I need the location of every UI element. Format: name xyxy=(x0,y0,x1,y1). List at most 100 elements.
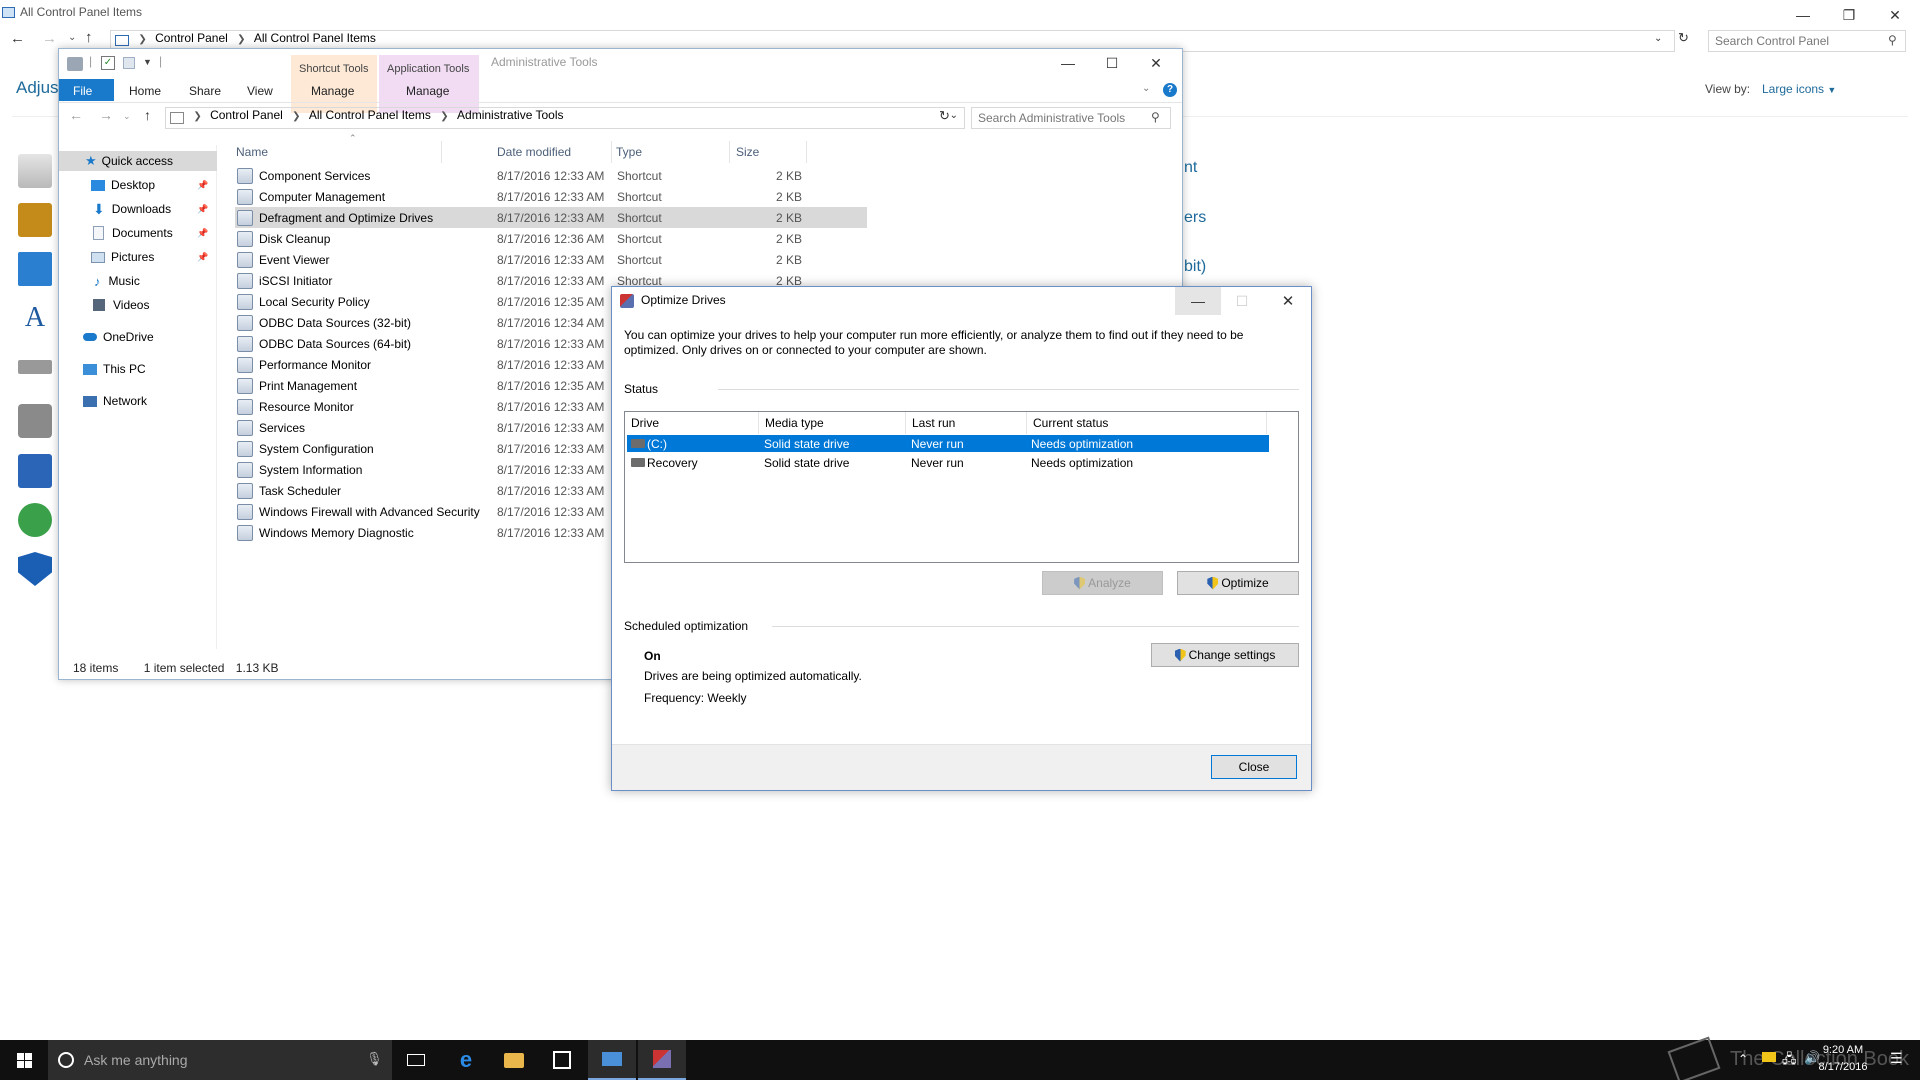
cp-item-partial[interactable]: nt xyxy=(1184,159,1197,177)
fonts-icon[interactable]: A xyxy=(18,302,52,336)
file-row[interactable]: Component Services 8/17/2016 12:33 AM Shor… xyxy=(235,165,867,186)
cp-recent-icon[interactable]: ⌄ xyxy=(68,32,76,43)
column-header-name[interactable]: Name xyxy=(232,141,442,163)
backup-icon[interactable] xyxy=(18,203,52,237)
nav-desktop[interactable]: Desktop 📌 xyxy=(91,175,217,195)
cp-item-partial[interactable]: bit) xyxy=(1184,258,1206,276)
edge-icon[interactable]: e xyxy=(442,1040,490,1080)
search-icon[interactable]: ⚲ xyxy=(1151,110,1160,124)
breadcrumb-item[interactable]: All Control Panel Items xyxy=(309,108,431,122)
network-tray-icon[interactable]: 🖧 xyxy=(1782,1050,1797,1072)
explorer-minimize-button[interactable]: — xyxy=(1045,49,1091,77)
column-header-type[interactable]: Type xyxy=(612,141,730,163)
column-header-date[interactable]: Date modified xyxy=(493,141,612,163)
drive-row[interactable]: (C:) Solid state drive Never run Needs opti… xyxy=(627,435,1269,452)
control-panel-taskbar-button[interactable] xyxy=(588,1040,636,1080)
notification-app-icon[interactable] xyxy=(1762,1052,1776,1062)
sync-center-icon[interactable] xyxy=(18,503,52,537)
properties-icon[interactable]: ✓ xyxy=(101,56,115,70)
close-button[interactable]: Close xyxy=(1211,755,1297,779)
dialog-maximize-button[interactable]: ☐ xyxy=(1219,287,1265,315)
tab-share[interactable]: Share xyxy=(189,84,221,98)
nav-documents[interactable]: Documents 📌 xyxy=(91,223,217,243)
file-row[interactable]: Event Viewer 8/17/2016 12:33 AM Shortcut 2 … xyxy=(235,249,867,270)
cp-breadcrumb-item[interactable]: Control Panel xyxy=(155,31,228,45)
windows-defender-icon[interactable] xyxy=(18,552,52,586)
column-header-last-run[interactable]: Last run xyxy=(906,412,1027,434)
tab-home[interactable]: Home xyxy=(129,84,161,98)
file-row[interactable]: Computer Management 8/17/2016 12:33 AM Sho… xyxy=(235,186,867,207)
chevron-down-icon[interactable]: ⌄ xyxy=(950,110,958,121)
view-by-dropdown[interactable]: Large icons ▼ xyxy=(1762,82,1836,96)
task-view-button[interactable] xyxy=(392,1040,440,1080)
new-folder-icon[interactable] xyxy=(123,57,135,69)
explorer-search-input[interactable]: Search Administrative Tools xyxy=(971,107,1171,129)
dialog-close-button[interactable]: ✕ xyxy=(1265,287,1311,315)
ribbon-expand-icon[interactable]: ⌄ xyxy=(1142,83,1150,94)
nav-this-pc[interactable]: This PC xyxy=(83,359,146,379)
change-settings-button[interactable]: Change settings xyxy=(1151,643,1299,667)
nav-onedrive[interactable]: OneDrive xyxy=(83,327,154,347)
up-icon[interactable]: ↑ xyxy=(144,107,151,123)
microphone-icon[interactable]: 🎙 xyxy=(366,1051,383,1067)
start-button[interactable] xyxy=(0,1040,48,1080)
column-header-media-type[interactable]: Media type xyxy=(759,412,906,434)
column-header-drive[interactable]: Drive xyxy=(625,412,759,434)
forward-icon[interactable]: → xyxy=(99,107,113,123)
nav-pictures[interactable]: Pictures 📌 xyxy=(91,247,217,267)
pin-icon[interactable]: 📌 xyxy=(197,204,208,215)
recent-locations-icon[interactable]: ⌄ xyxy=(123,111,131,122)
cp-forward-icon[interactable]: → xyxy=(42,30,57,47)
tab-manage-application[interactable]: Manage xyxy=(406,84,449,98)
analyze-button[interactable]: Analyze xyxy=(1042,571,1163,595)
clock-time[interactable]: 9:20 AM xyxy=(1808,1044,1878,1056)
file-row[interactable]: Defragment and Optimize Drives 8/17/2016 … xyxy=(235,207,867,228)
cp-breadcrumb-item[interactable]: All Control Panel Items xyxy=(254,31,376,45)
back-icon[interactable]: ← xyxy=(69,107,83,123)
file-row[interactable]: Disk Cleanup 8/17/2016 12:36 AM Shortcut 2 … xyxy=(235,228,867,249)
action-center-icon[interactable]: ☰ xyxy=(1890,1050,1903,1067)
search-icon[interactable]: ⚲ xyxy=(1888,33,1897,47)
nav-quick-access[interactable]: ★ Quick access xyxy=(59,151,217,171)
pin-icon[interactable]: 📌 xyxy=(197,252,208,263)
nav-music[interactable]: ♪ Music xyxy=(91,271,140,291)
dialog-minimize-button[interactable]: — xyxy=(1175,287,1221,315)
tab-view[interactable]: View xyxy=(247,84,273,98)
cp-back-icon[interactable]: ← xyxy=(10,30,25,47)
qat-customize-icon[interactable]: ▼ xyxy=(143,57,152,67)
pin-icon[interactable]: 📌 xyxy=(197,228,208,239)
nav-downloads[interactable]: ⬇ Downloads 📌 xyxy=(91,199,217,219)
file-explorer-taskbar-button[interactable] xyxy=(490,1040,538,1080)
cortana-search-box[interactable]: Ask me anything 🎙 xyxy=(48,1040,392,1080)
nav-videos[interactable]: Videos xyxy=(91,295,149,315)
breadcrumb-item[interactable]: Control Panel xyxy=(210,108,283,122)
cp-up-icon[interactable]: ↑ xyxy=(85,29,93,46)
remote-app-icon[interactable] xyxy=(18,454,52,488)
keyboard-icon[interactable] xyxy=(18,360,52,374)
display-icon[interactable] xyxy=(18,252,52,286)
cp-refresh-icon[interactable]: ↻ xyxy=(1678,30,1689,46)
breadcrumb-item[interactable]: Administrative Tools xyxy=(457,108,564,122)
clock-date[interactable]: 8/17/2016 xyxy=(1808,1061,1878,1073)
pin-icon[interactable]: 📌 xyxy=(197,180,208,191)
help-icon[interactable]: ? xyxy=(1163,83,1177,97)
cp-search-input[interactable]: Search Control Panel xyxy=(1708,30,1906,52)
defrag-taskbar-button[interactable] xyxy=(638,1040,686,1080)
explorer-address-bar[interactable]: ❯ Control Panel ❯ All Control Panel Item… xyxy=(165,107,965,129)
printer-icon[interactable] xyxy=(18,404,52,438)
cp-minimize-button[interactable]: — xyxy=(1780,0,1826,30)
cp-restore-button[interactable]: ❐ xyxy=(1826,0,1872,30)
tab-manage-shortcut[interactable]: Manage xyxy=(311,84,354,98)
cp-item-partial[interactable]: ers xyxy=(1184,209,1206,227)
administrative-tools-icon[interactable] xyxy=(18,154,52,188)
nav-network[interactable]: Network xyxy=(83,391,147,411)
column-header-current-status[interactable]: Current status xyxy=(1027,412,1267,434)
column-header-size[interactable]: Size xyxy=(732,141,807,163)
store-taskbar-button[interactable] xyxy=(538,1040,586,1080)
explorer-maximize-button[interactable]: ☐ xyxy=(1089,49,1135,77)
show-hidden-icons[interactable]: ⌃ xyxy=(1738,1052,1748,1066)
drive-row[interactable]: Recovery Solid state drive Never run Needs … xyxy=(627,454,1269,471)
refresh-icon[interactable]: ↻ xyxy=(939,108,950,124)
cp-close-button[interactable]: ✕ xyxy=(1872,0,1918,30)
explorer-close-button[interactable]: ✕ xyxy=(1133,49,1179,77)
